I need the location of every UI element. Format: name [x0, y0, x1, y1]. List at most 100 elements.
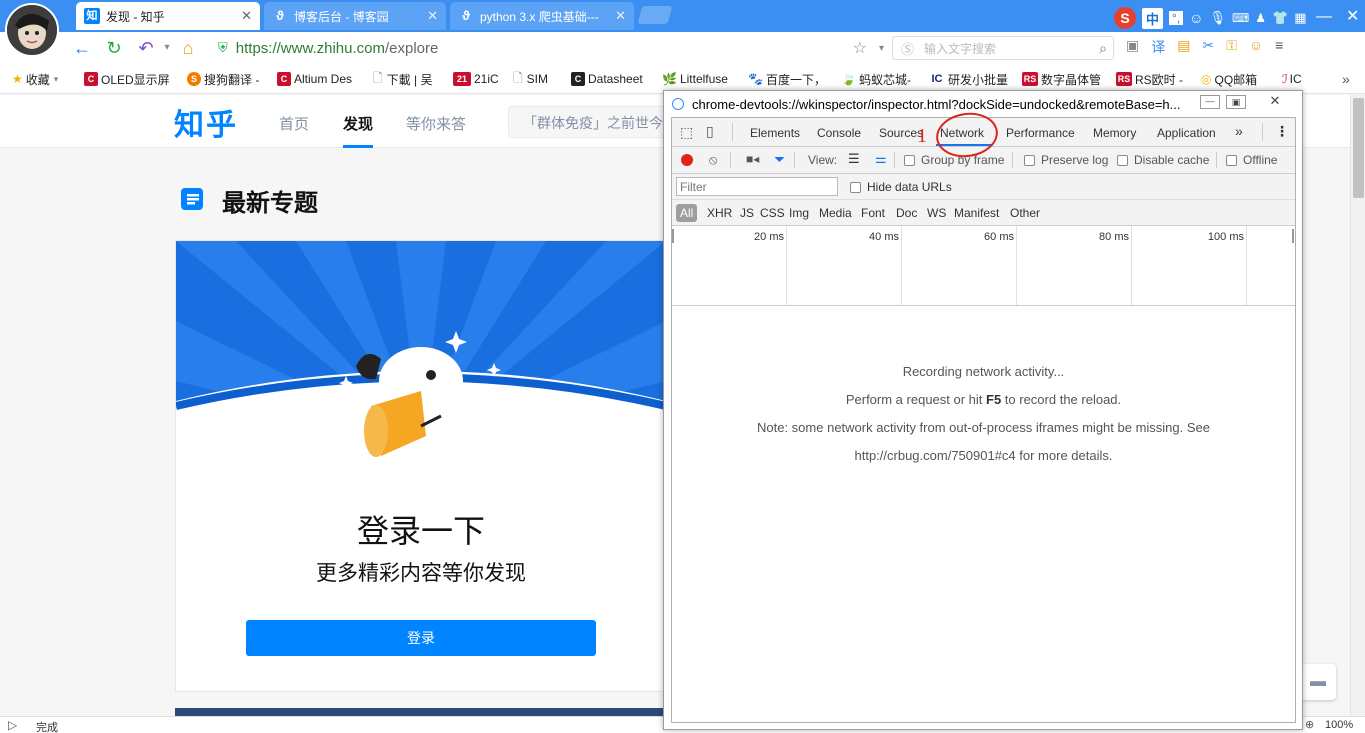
back-icon[interactable]: ← — [72, 38, 92, 58]
type-font[interactable]: Font — [861, 206, 885, 220]
clear-icon[interactable]: ⦸ — [709, 152, 717, 168]
large-rows-icon[interactable]: ☰ — [848, 151, 860, 167]
bookmark-item[interactable]: C Datasheet — [571, 71, 643, 87]
microphone-icon[interactable]: 🎙 — [1209, 10, 1226, 26]
type-manifest[interactable]: Manifest — [954, 206, 999, 220]
scissors-icon[interactable]: ✂ — [1202, 37, 1214, 57]
close-window-icon[interactable]: ✕ — [1262, 93, 1288, 109]
overview-handle-right[interactable] — [1292, 229, 1294, 243]
minimize-window-icon[interactable]: — — [1200, 95, 1220, 109]
extension-icon[interactable]: ▣ — [1126, 37, 1139, 57]
translate-icon[interactable]: 译 — [1151, 37, 1165, 57]
punctuation-icon[interactable]: °, — [1169, 11, 1184, 25]
checkbox[interactable] — [1117, 154, 1128, 166]
tab-console[interactable]: Console — [817, 126, 861, 140]
bookmark-item[interactable]: 🐾 百度一下， — [748, 71, 826, 87]
device-toolbar-icon[interactable]: ▯ — [706, 123, 714, 140]
keyboard-icon[interactable]: ⌨ — [1232, 11, 1249, 25]
menu-icon[interactable]: ≡ — [1275, 37, 1283, 57]
bookmark-item[interactable]: 🌿 Littelfuse — [662, 71, 728, 87]
search-engine-icon[interactable]: Ⓢ — [901, 39, 914, 58]
zoom-level[interactable]: 100% — [1325, 719, 1353, 731]
tab-elements[interactable]: Elements — [750, 126, 800, 140]
minimize-icon[interactable]: — — [1316, 8, 1332, 26]
waterfall-overview-icon[interactable]: ⚌ — [875, 151, 887, 167]
ime-mode-label[interactable]: 中 — [1142, 7, 1164, 29]
bookmark-item[interactable]: 🗋 下載 | 吴 — [373, 71, 432, 87]
url-field[interactable]: ⛨ https://www.zhihu.com/explore ☆ ▾ — [212, 36, 884, 60]
filter-input[interactable] — [676, 177, 838, 196]
type-all[interactable]: All — [676, 204, 698, 222]
disable-cache-checkbox[interactable]: Disable cache — [1117, 153, 1209, 167]
checkbox[interactable] — [1024, 154, 1035, 166]
bookmark-item[interactable]: 21 21iC — [453, 71, 499, 87]
nav-explore[interactable]: 发现 — [343, 113, 373, 134]
maximize-window-icon[interactable]: ▣ — [1226, 95, 1246, 109]
record-icon[interactable] — [681, 154, 693, 166]
bookmark-item[interactable]: ℐ IC — [1282, 71, 1302, 87]
bookmark-item[interactable]: RS RS欧时 - — [1116, 71, 1183, 87]
type-doc[interactable]: Doc — [896, 206, 917, 220]
tab-memory[interactable]: Memory — [1093, 126, 1136, 140]
inspect-element-icon[interactable]: ⬚ — [680, 124, 693, 141]
sidebar-toggle-icon[interactable]: ▷ — [8, 718, 17, 732]
home-icon[interactable]: ⌂ — [178, 38, 198, 58]
bookmark-item[interactable]: 🗋 SIM — [513, 71, 548, 87]
hide-data-urls-checkbox[interactable]: Hide data URLs — [850, 180, 952, 194]
filter-funnel-icon[interactable]: ⏷ — [774, 151, 785, 168]
bookmark-item[interactable]: IC 研发小批量 — [929, 71, 1009, 87]
type-img[interactable]: Img — [789, 206, 809, 220]
bookmark-favorites[interactable]: ★ 收藏 ▾ — [12, 71, 58, 87]
zhihu-logo[interactable]: 知乎 — [174, 100, 238, 144]
undo-icon[interactable]: ↶ — [136, 38, 156, 58]
checkbox[interactable] — [850, 181, 861, 193]
window-close-icon[interactable]: ✕ — [1346, 6, 1359, 26]
screenshot-camera-icon[interactable]: ■◂ — [746, 152, 759, 166]
type-other[interactable]: Other — [1010, 206, 1040, 220]
kebab-menu-icon[interactable]: ⋮ — [1275, 123, 1289, 140]
crbug-link[interactable]: http://crbug.com/750901#c4 for more deta… — [672, 448, 1295, 463]
type-css[interactable]: CSS — [760, 206, 785, 220]
overview-handle-left[interactable] — [672, 229, 674, 243]
tab-cnblogs-admin[interactable]: ϑ 博客后台 - 博客园 ✕ — [264, 2, 446, 30]
type-xhr[interactable]: XHR — [707, 206, 732, 220]
close-tab-icon[interactable]: ✕ — [615, 8, 626, 24]
type-media[interactable]: Media — [819, 206, 852, 220]
login-button[interactable]: 登录 — [246, 620, 596, 656]
zoom-icon[interactable]: ⊕ — [1305, 718, 1314, 731]
shirt-icon[interactable]: 👕 — [1272, 10, 1288, 26]
bookmark-item[interactable]: RS 数字晶体管 — [1022, 71, 1101, 87]
more-bookmarks-icon[interactable]: » — [1342, 71, 1350, 87]
type-ws[interactable]: WS — [927, 206, 946, 220]
type-js[interactable]: JS — [740, 206, 754, 220]
tab-zhihu[interactable]: 知 发现 - 知乎 ✕ — [76, 2, 260, 30]
screenshot-icon[interactable]: ▤ — [1177, 37, 1190, 57]
smile-icon[interactable]: ☺ — [1249, 37, 1263, 57]
tab-python-crawler[interactable]: ϑ python 3.x 爬虫基础--- ✕ — [450, 2, 634, 30]
scrollbar-thumb[interactable] — [1353, 98, 1364, 198]
bookmark-item[interactable]: 🍃 蚂蚁芯城- — [841, 71, 911, 87]
feedback-icon[interactable]: ▬ — [1300, 664, 1336, 700]
bookmark-item[interactable]: C Altium Des — [277, 71, 352, 87]
more-tabs-icon[interactable]: » — [1235, 123, 1243, 139]
bookmark-item[interactable]: S 搜狗翻译 - — [187, 71, 259, 87]
bookmark-item[interactable]: C OLED显示屏 — [84, 71, 170, 87]
nav-home[interactable]: 首页 — [279, 113, 309, 134]
tab-application[interactable]: Application — [1157, 126, 1216, 140]
bookmark-item[interactable]: ◎ QQ邮箱 — [1201, 71, 1257, 87]
user-avatar[interactable] — [5, 3, 59, 57]
search-field[interactable]: Ⓢ 输入文字搜索 ⌕ — [892, 36, 1114, 60]
checkbox[interactable] — [904, 154, 915, 166]
tab-performance[interactable]: Performance — [1006, 126, 1075, 140]
zhihu-search-input[interactable]: 「群体免疫」之前世今生 — [508, 106, 668, 138]
key-icon[interactable]: ⚿ — [1226, 37, 1237, 57]
url-dropdown-icon[interactable]: ▾ — [879, 43, 884, 54]
grid-icon[interactable]: ▦ — [1294, 10, 1306, 26]
reload-icon[interactable]: ↻ — [104, 38, 124, 58]
star-bookmark-icon[interactable]: ☆ — [853, 38, 867, 58]
new-tab-button[interactable] — [637, 6, 673, 24]
close-tab-icon[interactable]: ✕ — [427, 8, 438, 24]
close-tab-icon[interactable]: ✕ — [241, 8, 252, 24]
nav-waiting-answers[interactable]: 等你来答 — [406, 113, 466, 134]
preserve-log-checkbox[interactable]: Preserve log — [1024, 153, 1108, 167]
